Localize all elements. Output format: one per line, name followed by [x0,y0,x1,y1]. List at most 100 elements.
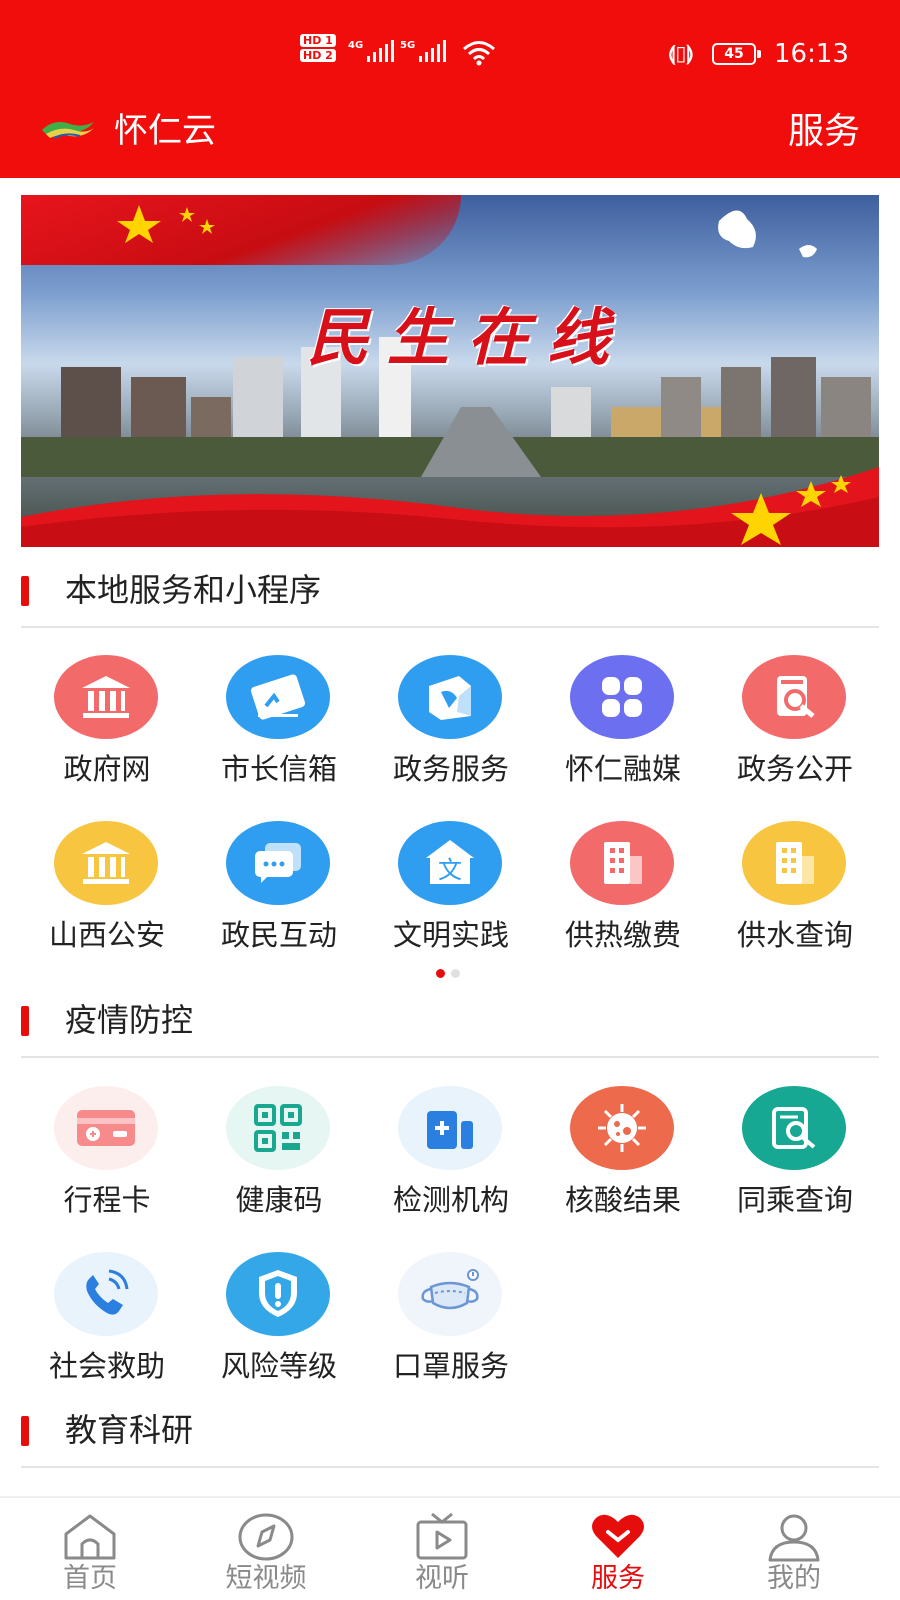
mask-icon [398,1252,502,1336]
service-tile-shanxi-police[interactable]: 山西公安 [21,821,193,971]
service-label: 风险等级 [220,1349,337,1383]
section-header-local-services: 本地服务和小程序 [21,550,879,628]
service-tile-testing-institution[interactable]: 检测机构 [365,1086,537,1236]
building-icon [570,821,674,905]
service-label: 山西公安 [48,918,165,952]
service-label: 检测机构 [392,1183,509,1217]
document-search-icon [742,1086,846,1170]
app-title: 怀仁云 [114,111,216,151]
nav-label: 首页 [63,1563,117,1594]
flag-decoration [21,195,461,265]
grid-icon [570,655,674,739]
service-label: 供热缴费 [564,918,681,952]
flag-wave-decoration [21,467,879,547]
carousel-pager[interactable] [436,969,460,978]
service-tile-travel-card[interactable]: 行程卡 [21,1086,193,1236]
phone-call-icon [54,1252,158,1336]
dove-icon [718,210,817,258]
banner-carousel[interactable]: 民生在线 [21,195,879,547]
section-marker [21,1006,29,1036]
sim-indicator: HD 1 HD 2 [300,34,336,64]
heart-icon [592,1514,644,1558]
service-tile-heating-payment[interactable]: 供热缴费 [537,821,709,971]
service-label: 政府网 [63,752,151,786]
service-label: 供水查询 [736,918,853,952]
vibrate-icon: ⟬▯⟭ [668,41,694,65]
section-marker [21,1416,29,1446]
nav-tab-services[interactable]: 服务 [528,1512,708,1600]
virus-icon [570,1086,674,1170]
section-marker [21,576,29,606]
compass-icon [238,1513,294,1561]
wifi-icon [463,41,495,66]
nav-label: 视听 [415,1563,469,1594]
shield-alert-icon [226,1252,330,1336]
nav-tab-short-video[interactable]: 短视频 [176,1512,356,1600]
service-label: 市长信箱 [220,752,337,786]
nav-label: 我的 [767,1563,821,1594]
service-tile-civilization-practice[interactable]: 文 文明实践 [365,821,537,971]
section-title: 本地服务和小程序 [65,571,322,609]
clock: 16:13 [774,39,849,69]
service-label: 行程卡 [63,1183,151,1217]
user-icon [768,1514,820,1562]
status-bar: HD 1 HD 2 4G 5G ⟬▯⟭ 45 16:13 [0,34,900,72]
service-label: 政务公开 [736,752,853,786]
service-tile-nucleic-acid-result[interactable]: 核酸结果 [537,1086,709,1236]
service-label: 健康码 [235,1183,323,1217]
service-label: 怀仁融媒 [564,752,681,786]
section-header-epidemic-control: 疫情防控 [21,980,879,1058]
network-5g-label: 5G [400,40,416,51]
pager-dot[interactable] [451,969,460,978]
nav-tab-home[interactable]: 首页 [0,1512,180,1600]
signal-4g-icon: 4G [348,40,395,62]
sim-2-label: HD 2 [300,49,336,62]
medical-kit-icon [398,1086,502,1170]
bottom-navigation: 首页 短视频 视听 服务 我的 [0,1496,900,1600]
card-icon [54,1086,158,1170]
service-label: 同乘查询 [736,1183,853,1217]
bank-icon [54,655,158,739]
top-header: HD 1 HD 2 4G 5G ⟬▯⟭ 45 16:13 怀仁云 服务 [0,0,900,178]
section-title: 教育科研 [65,1411,194,1449]
service-label: 文明实践 [392,918,509,952]
service-tile-co-passenger-query[interactable]: 同乘查询 [709,1086,881,1236]
section-title: 疫情防控 [65,1001,194,1039]
chat-icon [226,821,330,905]
tv-icon [416,1512,468,1560]
sim-1-label: HD 1 [300,34,336,47]
section-header-education-research: 教育科研 [21,1390,879,1468]
service-tile-gov-website[interactable]: 政府网 [21,655,193,805]
nav-label: 短视频 [225,1563,307,1594]
app-logo-icon [42,122,94,139]
service-box-icon [398,655,502,739]
service-tile-citizen-interaction[interactable]: 政民互动 [193,821,365,971]
service-label: 政民互动 [220,918,337,952]
service-tile-social-assistance[interactable]: 社会救助 [21,1252,193,1402]
house-text-icon: 文 [398,821,502,905]
battery-indicator: 45 [712,43,761,65]
service-tile-water-query[interactable]: 供水查询 [709,821,881,971]
stars-decoration-icon [117,205,215,243]
service-label: 核酸结果 [564,1183,681,1217]
document-search-icon [742,655,846,739]
service-tile-gov-services[interactable]: 政务服务 [365,655,537,805]
signal-5g-icon: 5G [400,40,447,62]
building-icon [742,821,846,905]
service-tile-risk-level[interactable]: 风险等级 [193,1252,365,1402]
service-tile-gov-disclosure[interactable]: 政务公开 [709,655,881,805]
banner-slogan: 民生在线 [307,301,628,374]
service-tile-huairen-media[interactable]: 怀仁融媒 [537,655,709,805]
home-icon [64,1514,116,1560]
service-label: 口罩服务 [392,1349,509,1383]
network-4g-label: 4G [348,40,364,51]
pager-dot-active[interactable] [436,969,445,978]
nav-tab-audio-video[interactable]: 视听 [352,1512,532,1600]
service-tile-mayor-mailbox[interactable]: 市长信箱 [193,655,365,805]
service-tile-health-code[interactable]: 健康码 [193,1086,365,1236]
service-tile-mask-service[interactable]: 口罩服务 [365,1252,537,1402]
nav-tab-profile[interactable]: 我的 [704,1512,884,1600]
envelope-pen-icon [226,655,330,739]
header-service-label: 服务 [787,111,860,152]
nav-label: 服务 [591,1563,645,1594]
